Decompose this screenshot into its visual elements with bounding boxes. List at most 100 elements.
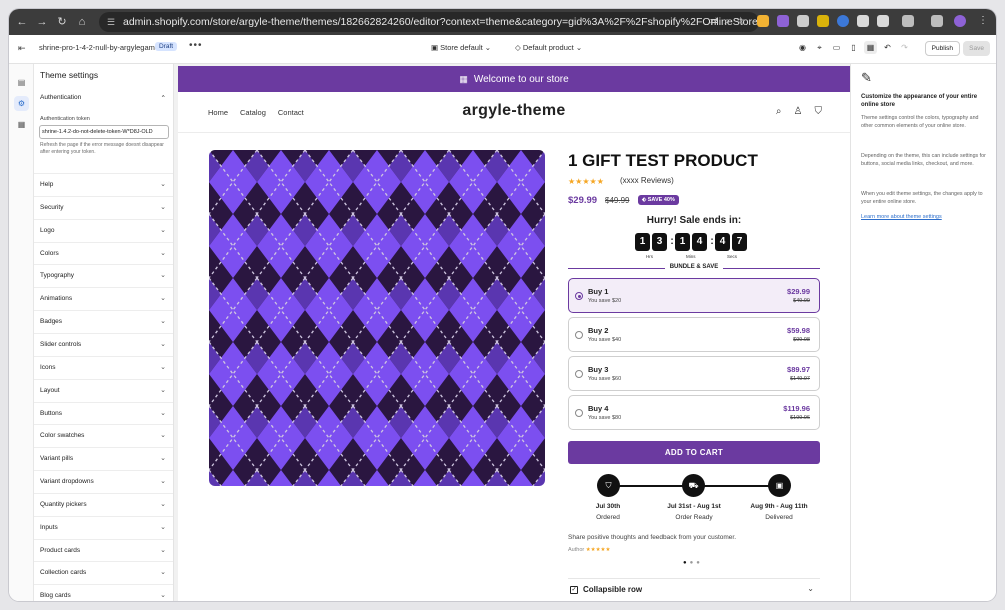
accordion-variant-dropdowns[interactable]: Variant dropdowns ⌄: [34, 470, 173, 493]
bundle-option[interactable]: Buy 4 You save $80 $119.96 $199.96: [568, 395, 820, 430]
profile-avatar[interactable]: [954, 15, 966, 27]
extension-icon[interactable]: [837, 15, 849, 27]
chevron-down-icon: ⌄: [160, 455, 166, 463]
chevron-down-icon: ⌄: [160, 523, 166, 531]
exit-editor-icon[interactable]: ⇤: [18, 43, 30, 55]
address-bar[interactable]: ☰ admin.shopify.com/store/argyle-theme/t…: [99, 12, 759, 32]
chevron-down-icon: ⌄: [160, 249, 166, 257]
learn-more-link[interactable]: Learn more about theme settings: [861, 214, 942, 220]
accordion-logo[interactable]: Logo ⌄: [34, 218, 173, 242]
reading-list-icon[interactable]: [931, 15, 943, 27]
chevron-down-icon: ⌄: [160, 569, 166, 577]
option-price: $89.97: [787, 365, 810, 374]
chevron-down-icon: ⌄: [160, 295, 166, 303]
preview-canvas: ▦ Welcome to our store Home Catalog Conta…: [174, 64, 850, 601]
redo-icon[interactable]: ↷: [898, 41, 911, 54]
forward-icon[interactable]: →: [35, 15, 49, 29]
back-icon[interactable]: ←: [15, 15, 29, 29]
theme-settings-icon[interactable]: ⚙: [14, 96, 29, 111]
reload-icon[interactable]: ↻: [55, 15, 69, 29]
radio-button[interactable]: [575, 409, 583, 417]
accordion-collection-cards[interactable]: Collection cards ⌄: [34, 561, 173, 584]
bundle-option[interactable]: Buy 2 You save $40 $59.98 $99.98: [568, 317, 820, 352]
inspector-icon[interactable]: ⌖: [813, 41, 826, 54]
apps-icon[interactable]: ▦: [14, 117, 29, 132]
radio-button[interactable]: [575, 370, 583, 378]
extension-icon[interactable]: [777, 15, 789, 27]
undo-icon[interactable]: ↶: [881, 41, 894, 54]
review-count[interactable]: (xxxx Reviews): [620, 176, 674, 185]
bundle-option[interactable]: Buy 1 You save $20 $29.99 $49.99: [568, 278, 820, 313]
accordion-typography[interactable]: Typography ⌄: [34, 264, 173, 287]
accordion-buttons[interactable]: Buttons ⌄: [34, 401, 173, 425]
timer-digit: 7: [732, 233, 747, 251]
site-info-icon[interactable]: ☰: [107, 12, 115, 32]
accordion-product-cards[interactable]: Product cards ⌄: [34, 538, 173, 562]
save-button[interactable]: Save: [963, 41, 990, 56]
accordion-label: Inputs: [40, 523, 58, 531]
template-selector-label: Default product: [522, 43, 574, 52]
accordion-inputs[interactable]: Inputs ⌄: [34, 515, 173, 539]
view-tools: ◉ ⌖ ▭ ▯ ▦ ↶ ↷: [796, 41, 911, 54]
extension-icon[interactable]: [797, 15, 809, 27]
token-input[interactable]: shrine-1.4.2-do-not-delete-token-W*D8J-O…: [39, 125, 169, 139]
radio-button[interactable]: [575, 292, 583, 300]
cart-icon: ⛉: [597, 474, 620, 497]
carousel-dots[interactable]: ●●●: [683, 560, 703, 566]
timer-digit: 4: [692, 233, 707, 251]
accordion-colors[interactable]: Colors ⌄: [34, 241, 173, 265]
option-name: Buy 1: [588, 287, 609, 296]
collapsible-row[interactable]: ✓ Collapsible row ⌄: [568, 578, 820, 600]
sections-icon[interactable]: ▤: [14, 75, 29, 90]
home-icon[interactable]: ⌂: [75, 15, 89, 29]
bookmark-star-icon[interactable]: ☆: [736, 16, 751, 27]
more-actions-icon[interactable]: •••: [189, 40, 203, 51]
radio-button[interactable]: [575, 331, 583, 339]
accordion-quantity-pickers[interactable]: Quantity pickers ⌄: [34, 492, 173, 516]
accordion-help[interactable]: Help ⌄: [34, 173, 173, 196]
translate-icon[interactable]: ⇄: [710, 16, 724, 27]
accordion-label: Typography: [40, 272, 74, 280]
option-name: Buy 4: [588, 404, 609, 413]
accordion-blog-cards[interactable]: Blog cards ⌄: [34, 584, 173, 601]
desktop-view-icon[interactable]: ▭: [830, 41, 843, 54]
editor-topbar: ⇤ shrine-pro-1-4-2-null-by-argylegame Dr…: [9, 35, 996, 64]
extension-icon[interactable]: [757, 15, 769, 27]
publish-button[interactable]: Publish: [924, 41, 960, 56]
paintbrush-icon: ✎: [861, 70, 872, 85]
zoom-icon[interactable]: ⌕: [724, 16, 736, 27]
accordion-badges[interactable]: Badges ⌄: [34, 310, 173, 333]
accordion-layout[interactable]: Layout ⌄: [34, 378, 173, 402]
accordion-variant-pills[interactable]: Variant pills ⌄: [34, 447, 173, 470]
accordion-slider-controls[interactable]: Slider controls ⌄: [34, 332, 173, 356]
extension-icon[interactable]: [817, 15, 829, 27]
mobile-view-icon[interactable]: ▯: [847, 41, 860, 54]
option-savings: You save $80: [588, 415, 622, 421]
product-image[interactable]: [209, 150, 545, 486]
accordion-animations[interactable]: Animations ⌄: [34, 287, 173, 310]
browser-menu-icon[interactable]: ⋮: [977, 15, 989, 27]
help-heading: Customize the appearance of your entire …: [861, 94, 978, 108]
accordion-authentication[interactable]: Authentication ⌃: [40, 94, 166, 102]
accordion-color-swatches[interactable]: Color swatches ⌄: [34, 424, 173, 447]
product-info: 1 GIFT TEST PRODUCT ★★★★★ (xxxx Reviews)…: [568, 66, 820, 601]
store-selector[interactable]: ▣ Store default ⌄: [431, 43, 491, 52]
accordion-security[interactable]: Security ⌄: [34, 195, 173, 219]
extension-icon[interactable]: [857, 15, 869, 27]
option-compare-price: $99.98: [793, 337, 810, 343]
extension-icon[interactable]: [877, 15, 889, 27]
extensions-puzzle-icon[interactable]: [902, 15, 914, 27]
template-selector[interactable]: ◇ Default product ⌄: [515, 43, 582, 52]
timer-digit: 1: [675, 233, 690, 251]
option-price: $59.98: [787, 326, 810, 335]
theme-settings-panel: Theme settings Authentication ⌃ Authenti…: [34, 64, 174, 601]
accordion-icons[interactable]: Icons ⌄: [34, 355, 173, 379]
add-to-cart-button[interactable]: ADD TO CART: [568, 441, 820, 464]
fullscreen-view-icon[interactable]: ▦: [864, 41, 877, 54]
tag-icon: ◇: [515, 43, 523, 52]
browser-toolbar: ← → ↻ ⌂ ☰ admin.shopify.com/store/argyle…: [9, 9, 996, 35]
sidekick-icon[interactable]: ◉: [796, 41, 809, 54]
bundle-option[interactable]: Buy 3 You save $60 $89.97 $149.97: [568, 356, 820, 391]
chevron-down-icon: ⌄: [160, 181, 166, 188]
timer-label-mins: Mins: [686, 254, 696, 259]
